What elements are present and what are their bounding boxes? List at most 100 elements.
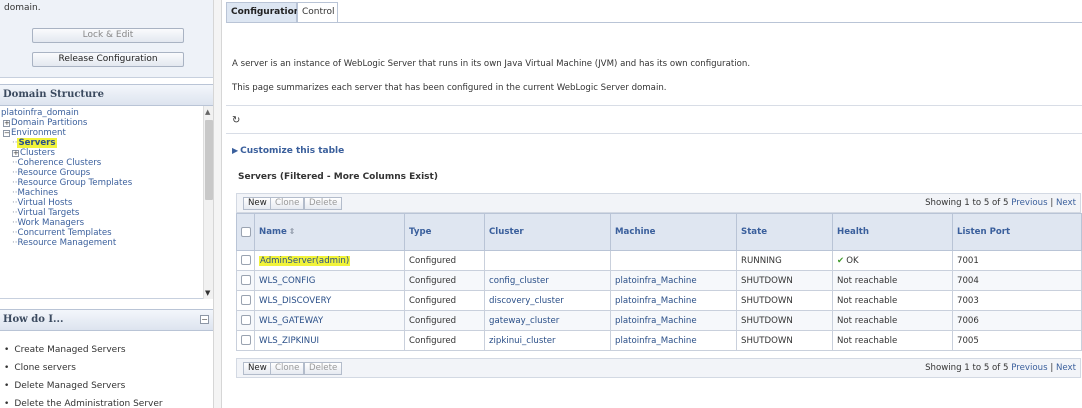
table-row: WLS_CONFIG Configured config_cluster pla… bbox=[236, 270, 1082, 291]
tree-item-resource-group-templates[interactable]: ··Resource Group Templates bbox=[12, 178, 132, 188]
server-name-link[interactable]: AdminServer(admin) bbox=[259, 255, 351, 266]
pagination-separator: | bbox=[1050, 198, 1054, 208]
release-configuration-button[interactable]: Release Configuration bbox=[32, 52, 184, 67]
link-delete-managed-servers[interactable]: Delete Managed Servers bbox=[4, 381, 125, 391]
tree-item-virtual-targets[interactable]: ··Virtual Targets bbox=[12, 208, 79, 218]
scroll-down-icon[interactable]: ▼ bbox=[205, 289, 210, 297]
cell-machine[interactable] bbox=[610, 250, 737, 271]
domain-structure-title: Domain Structure bbox=[0, 84, 213, 106]
domain-structure-tree: platoinfra_domain +Domain Partitions −En… bbox=[0, 106, 213, 299]
scroll-up-icon[interactable]: ▲ bbox=[205, 108, 210, 116]
change-center-text: domain. bbox=[4, 3, 41, 13]
cell-state: SHUTDOWN bbox=[736, 330, 833, 351]
table-row: WLS_ZIPKINUI Configured zipkinui_cluster… bbox=[236, 330, 1082, 351]
cell-machine: platoinfra_Machine bbox=[610, 270, 737, 291]
collapse-icon[interactable]: − bbox=[3, 130, 10, 137]
table-toolbar-bottom: New Clone Delete Showing 1 to 5 of 5 Pre… bbox=[236, 358, 1081, 378]
next-link[interactable]: Next bbox=[1056, 198, 1076, 208]
cell-type: Configured bbox=[404, 290, 485, 311]
server-name-link[interactable]: WLS_CONFIG bbox=[259, 276, 315, 286]
customize-table-link[interactable]: ▶ Customize this table bbox=[232, 146, 344, 156]
tree-item-resource-groups[interactable]: ··Resource Groups bbox=[12, 168, 90, 178]
cell-machine: platoinfra_Machine bbox=[610, 310, 737, 331]
link-create-managed-servers[interactable]: Create Managed Servers bbox=[4, 345, 125, 355]
select-all-checkbox[interactable] bbox=[241, 226, 251, 237]
column-header-cluster[interactable]: Cluster bbox=[484, 213, 611, 251]
table-header-row: Name ⇕ Type Cluster Machine State Health … bbox=[236, 213, 1082, 251]
how-do-i-header: How do I... − bbox=[0, 309, 213, 331]
column-header-machine[interactable]: Machine bbox=[610, 213, 737, 251]
tree-item-environment[interactable]: −Environment bbox=[3, 128, 66, 138]
column-header-health[interactable]: Health bbox=[832, 213, 953, 251]
cell-machine: platoinfra_Machine bbox=[610, 330, 737, 351]
servers-table: Name ⇕ Type Cluster Machine State Health … bbox=[236, 213, 1082, 351]
cell-type: Configured bbox=[404, 270, 485, 291]
lock-edit-button[interactable]: Lock & Edit bbox=[32, 28, 184, 43]
how-do-i-title: How do I... bbox=[3, 314, 64, 325]
server-name-link[interactable]: WLS_DISCOVERY bbox=[259, 296, 331, 306]
tree-item-clusters[interactable]: +Clusters bbox=[12, 148, 55, 158]
new-button[interactable]: New bbox=[243, 197, 272, 210]
server-name-link[interactable]: WLS_ZIPKINUI bbox=[259, 336, 319, 346]
pagination: Showing 1 to 5 of 5 Previous | Next bbox=[925, 198, 1076, 208]
select-all-checkbox-cell[interactable] bbox=[236, 213, 255, 251]
change-center: domain. Lock & Edit Release Configuratio… bbox=[0, 0, 213, 78]
clone-button[interactable]: Clone bbox=[270, 197, 305, 210]
tree-item-resource-management[interactable]: ··Resource Management bbox=[12, 238, 116, 248]
cell-state: SHUTDOWN bbox=[736, 270, 833, 291]
tree-item-concurrent-templates[interactable]: ··Concurrent Templates bbox=[12, 228, 112, 238]
tree-item-domain[interactable]: platoinfra_domain bbox=[1, 108, 79, 118]
cell-state: SHUTDOWN bbox=[736, 310, 833, 331]
tree-item-machines[interactable]: ··Machines bbox=[12, 188, 58, 198]
tree-item-work-managers[interactable]: ··Work Managers bbox=[12, 218, 84, 228]
left-panel: domain. Lock & Edit Release Configuratio… bbox=[0, 0, 213, 408]
expand-icon[interactable]: + bbox=[3, 120, 10, 127]
description-line-1: A server is an instance of WebLogic Serv… bbox=[232, 59, 751, 69]
cell-cluster[interactable] bbox=[484, 250, 611, 271]
tree-item-virtual-hosts[interactable]: ··Virtual Hosts bbox=[12, 198, 72, 208]
tab-configuration[interactable]: Configuration bbox=[226, 2, 300, 22]
server-name-link[interactable]: WLS_GATEWAY bbox=[259, 316, 323, 326]
separator bbox=[226, 133, 1082, 134]
cell-cluster: zipkinui_cluster bbox=[484, 330, 611, 351]
delete-button[interactable]: Delete bbox=[304, 362, 343, 375]
panel-divider[interactable] bbox=[213, 0, 222, 408]
clone-button[interactable]: Clone bbox=[270, 362, 305, 375]
row-checkbox[interactable] bbox=[241, 255, 251, 266]
row-checkbox[interactable] bbox=[241, 295, 251, 306]
cell-listen-port: 7001 bbox=[952, 250, 1082, 271]
tree-item-coherence-clusters[interactable]: ··Coherence Clusters bbox=[12, 158, 101, 168]
tab-control[interactable]: Control bbox=[297, 2, 338, 22]
next-link[interactable]: Next bbox=[1056, 363, 1076, 373]
link-delete-admin-server[interactable]: Delete the Administration Server bbox=[4, 399, 162, 408]
column-header-type[interactable]: Type bbox=[404, 213, 485, 251]
column-header-listen-port[interactable]: Listen Port bbox=[952, 213, 1082, 251]
sort-icon[interactable]: ⇕ bbox=[289, 227, 296, 236]
tree-scrollbar[interactable]: ▲ ▼ bbox=[203, 106, 213, 299]
previous-link[interactable]: Previous bbox=[1011, 363, 1047, 373]
table-row: WLS_DISCOVERY Configured discovery_clust… bbox=[236, 290, 1082, 311]
link-clone-servers[interactable]: Clone servers bbox=[4, 363, 76, 373]
refresh-icon[interactable]: ↻ bbox=[232, 115, 240, 126]
scroll-thumb[interactable] bbox=[205, 120, 213, 200]
tree-item-servers[interactable]: ··Servers bbox=[12, 138, 57, 148]
table-row: AdminServer(admin) Configured RUNNING ✔ O… bbox=[236, 250, 1082, 271]
new-button[interactable]: New bbox=[243, 362, 272, 375]
row-checkbox[interactable] bbox=[241, 275, 251, 286]
tree-item-domain-partitions[interactable]: +Domain Partitions bbox=[3, 118, 87, 128]
cell-type: Configured bbox=[404, 330, 485, 351]
showing-text: Showing 1 to 5 of 5 bbox=[925, 198, 1009, 208]
row-checkbox[interactable] bbox=[241, 335, 251, 346]
cell-machine: platoinfra_Machine bbox=[610, 290, 737, 311]
cell-cluster: gateway_cluster bbox=[484, 310, 611, 331]
showing-text: Showing 1 to 5 of 5 bbox=[925, 363, 1009, 373]
expand-icon[interactable]: + bbox=[12, 150, 19, 157]
check-icon: ✔ bbox=[837, 255, 845, 266]
column-header-state[interactable]: State bbox=[736, 213, 833, 251]
cell-state: SHUTDOWN bbox=[736, 290, 833, 311]
delete-button[interactable]: Delete bbox=[304, 197, 343, 210]
column-header-name[interactable]: Name ⇕ bbox=[254, 213, 405, 251]
collapse-panel-icon[interactable]: − bbox=[200, 315, 209, 324]
row-checkbox[interactable] bbox=[241, 315, 251, 326]
previous-link[interactable]: Previous bbox=[1011, 198, 1047, 208]
